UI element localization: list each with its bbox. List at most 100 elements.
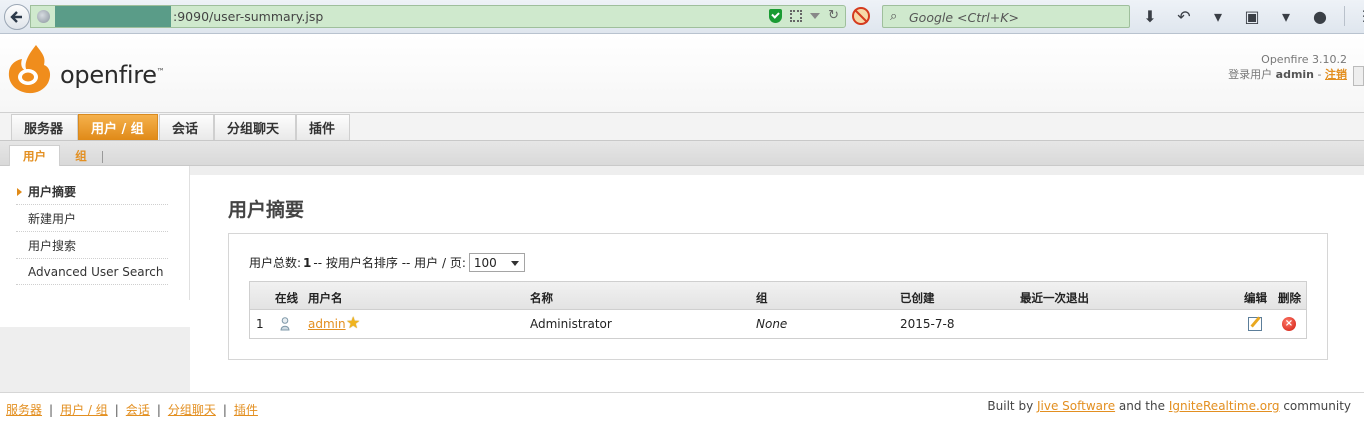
- users-table: 在线 用户名 名称 组 已创建 最近一次退出 编辑 删除 1 admin ★ A…: [249, 281, 1307, 339]
- screenshot-icon[interactable]: ▣: [1242, 6, 1262, 26]
- delete-icon[interactable]: ×: [1282, 317, 1296, 331]
- openfire-logo-icon[interactable]: [6, 43, 52, 95]
- summary-middle: -- 按用户名排序 -- 用户 / 页:: [313, 256, 466, 270]
- col-online: 在线: [275, 291, 298, 305]
- browser-toolbar: :9090/user-summary.jsp ↻ ⌕ Google <Ctrl+…: [0, 0, 1364, 34]
- footer-link-server[interactable]: 服务器: [6, 403, 42, 417]
- login-status: 登录用户 admin - 注销: [1228, 67, 1347, 82]
- sidebar-footer-space: [0, 300, 196, 327]
- group-cell: None: [756, 317, 788, 331]
- edit-icon[interactable]: [1248, 317, 1262, 331]
- content-area: 用户摘要 新建用户 用户搜索 Advanced User Search 用户摘要…: [0, 166, 1364, 392]
- created-cell: 2015-7-8: [900, 317, 955, 331]
- sidebar: 用户摘要 新建用户 用户搜索 Advanced User Search: [0, 166, 190, 300]
- footer-link-group-chat[interactable]: 分组聊天: [168, 403, 216, 417]
- col-edit: 编辑: [1244, 291, 1267, 305]
- page-footer: 服务器 | 用户 / 组 | 会话 | 分组聊天 | 插件 Built by Jive Soft…: [0, 392, 1364, 426]
- sidebar-item-create-user[interactable]: 新建用户: [16, 206, 168, 232]
- username-cell: admin: [308, 317, 346, 331]
- sidebar-item-advanced-search[interactable]: Advanced User Search: [16, 259, 168, 285]
- footer-credits: Built by Jive Software and the IgniteRea…: [987, 399, 1351, 413]
- download-icon[interactable]: ⬇: [1140, 6, 1160, 26]
- ignite-link[interactable]: IgniteRealtime.org: [1169, 399, 1280, 413]
- col-delete: 删除: [1278, 291, 1301, 305]
- site-identity-icon[interactable]: [37, 10, 50, 23]
- tab-sessions[interactable]: 会话: [159, 114, 214, 140]
- sidebar-item-user-summary[interactable]: 用户摘要: [16, 179, 168, 205]
- main-tabs: 服务器 用户 / 组 会话 分组聊天 插件: [0, 113, 1364, 141]
- and-the-text: and the: [1118, 399, 1165, 413]
- toolbar-separator: [1344, 6, 1345, 26]
- tab-plugins[interactable]: 插件: [296, 114, 350, 140]
- search-bar[interactable]: ⌕ Google <Ctrl+K>: [882, 5, 1130, 28]
- menu-icon[interactable]: ☰: [1359, 6, 1364, 26]
- adblock-icon[interactable]: [852, 7, 870, 25]
- back-arrow-icon: [10, 11, 22, 23]
- col-last-logout: 最近一次退出: [1020, 291, 1089, 305]
- user-summary-box: 用户总数: 1 -- 按用户名排序 -- 用户 / 页: 100 在线 用户名 …: [228, 233, 1328, 360]
- sidebar-item-label: 用户搜索: [28, 239, 77, 253]
- chevron-down-icon: [510, 261, 519, 266]
- footer-separator: |: [114, 403, 119, 417]
- sidebar-item-user-search[interactable]: 用户搜索: [16, 233, 168, 259]
- login-username: admin: [1275, 68, 1315, 81]
- summary-line: 用户总数: 1 -- 按用户名排序 -- 用户 / 页: 100: [249, 253, 525, 272]
- header-user-info: Openfire 3.10.2 登录用户 admin - 注销: [1228, 52, 1347, 82]
- undo-icon[interactable]: ↶: [1174, 6, 1194, 26]
- per-page-value: 100: [473, 255, 497, 270]
- back-button[interactable]: [4, 4, 30, 30]
- col-username[interactable]: 用户名: [308, 290, 343, 306]
- table-header: 在线 用户名 名称 组 已创建 最近一次退出 编辑 删除: [250, 282, 1306, 310]
- subtab-groups[interactable]: 组: [66, 145, 96, 166]
- dropdown-history-icon[interactable]: [810, 13, 821, 19]
- footer-link-sessions[interactable]: 会话: [126, 403, 150, 417]
- subtab-separator: [102, 151, 103, 163]
- offline-user-icon: [280, 317, 290, 331]
- version-label: Openfire 3.10.2: [1261, 53, 1347, 66]
- login-label: 登录用户: [1228, 68, 1273, 81]
- qr-code-icon[interactable]: [790, 10, 803, 22]
- col-created: 已创建: [900, 291, 935, 305]
- row-index: 1: [256, 317, 264, 331]
- footer-separator: |: [222, 403, 227, 417]
- tab-group-chat[interactable]: 分组聊天: [214, 114, 296, 140]
- subtab-users[interactable]: 用户: [9, 145, 60, 166]
- username-link[interactable]: admin: [308, 317, 346, 331]
- footer-link-plugins[interactable]: 插件: [234, 403, 258, 417]
- page-title: 用户摘要: [228, 199, 305, 221]
- redacted-host: [55, 6, 171, 27]
- shield-icon[interactable]: [769, 9, 783, 23]
- footer-link-users-groups[interactable]: 用户 / 组: [60, 403, 108, 417]
- sidebar-item-label: 用户摘要: [28, 185, 77, 199]
- col-name: 名称: [530, 291, 553, 305]
- page-header: openfire™ Openfire 3.10.2 登录用户 admin - 注…: [0, 35, 1364, 113]
- per-page-select[interactable]: 100: [468, 253, 525, 272]
- tab-users-groups[interactable]: 用户 / 组: [78, 114, 158, 140]
- chat-icon[interactable]: ●: [1310, 6, 1330, 26]
- browser-toolbar-icons: ⬇ ↶ ▾ ▣ ▾ ● ☰: [1140, 6, 1364, 26]
- search-icon: ⌕: [890, 9, 898, 24]
- main-panel: 用户摘要 用户总数: 1 -- 按用户名排序 -- 用户 / 页: 100 在线…: [190, 175, 1364, 392]
- tab-server[interactable]: 服务器: [11, 114, 78, 140]
- scrollbar-thumb[interactable]: [1353, 66, 1364, 86]
- reload-icon[interactable]: ↻: [828, 9, 839, 23]
- logout-link[interactable]: 注销: [1325, 68, 1347, 81]
- url-bar[interactable]: :9090/user-summary.jsp ↻: [30, 5, 846, 28]
- active-arrow-icon: [17, 188, 22, 196]
- footer-separator: |: [49, 403, 54, 417]
- chevron-down-icon[interactable]: ▾: [1276, 6, 1296, 26]
- chevron-down-icon[interactable]: ▾: [1208, 6, 1228, 26]
- url-bar-icons: ↻: [769, 9, 839, 23]
- jive-link[interactable]: Jive Software: [1037, 399, 1115, 413]
- admin-star-icon: ★: [346, 313, 361, 332]
- summary-prefix: 用户总数:: [249, 256, 302, 270]
- col-group: 组: [756, 291, 768, 305]
- built-by-text: Built by: [987, 399, 1034, 413]
- name-cell: Administrator: [530, 317, 612, 331]
- sub-tabs: 用户 组: [0, 141, 1364, 166]
- url-text[interactable]: :9090/user-summary.jsp: [173, 9, 323, 24]
- community-text: community: [1283, 399, 1351, 413]
- trademark-mark: ™: [156, 67, 165, 76]
- logo-text[interactable]: openfire™: [60, 61, 165, 89]
- table-row: 1 admin ★ Administrator None 2015-7-8 ×: [250, 310, 1306, 338]
